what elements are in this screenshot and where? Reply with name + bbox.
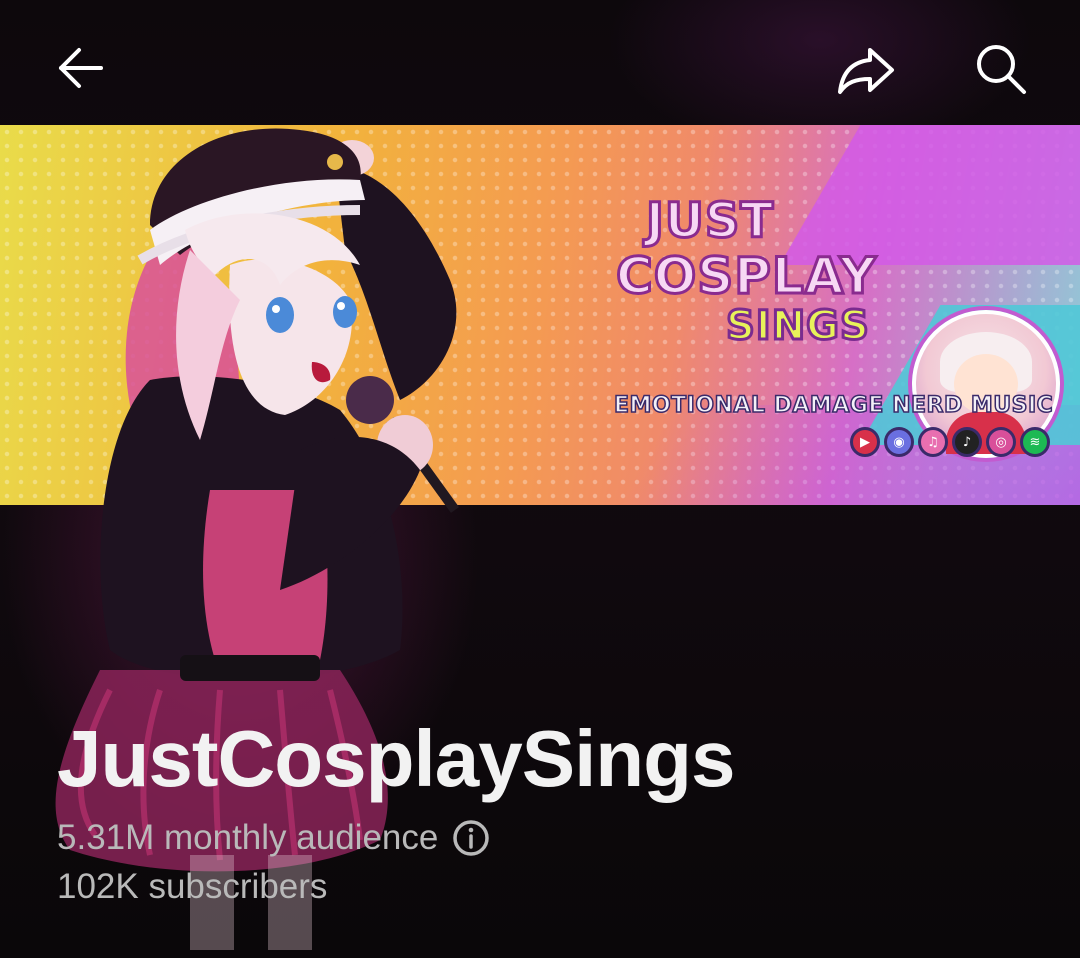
instagram-icon: ◎	[986, 427, 1016, 457]
channel-info: JustCosplaySings 5.31M monthly audience …	[57, 715, 1037, 907]
channel-banner: JUST COSPLAY SINGS EMOTIONAL DAMAGE NERD…	[0, 125, 1080, 505]
monthly-audience: 5.31M monthly audience	[57, 818, 439, 857]
top-app-bar	[0, 0, 1080, 125]
logo-line-2: COSPLAY	[615, 246, 878, 307]
logo-line-3: SINGS	[725, 302, 871, 351]
search-icon	[977, 45, 1026, 94]
subscriber-count: 102K subscribers	[57, 867, 328, 906]
logo-line-1: JUST	[644, 192, 775, 251]
audience-row: 5.31M monthly audience	[57, 813, 1037, 863]
share-button[interactable]	[834, 38, 898, 102]
share-arrow-icon	[838, 48, 894, 94]
tiktok-icon: ♪	[952, 427, 982, 457]
banner-tagline: EMOTIONAL DAMAGE NERD MUSIC	[613, 392, 1054, 419]
banner-social-icons: ▶ ◉ ♫ ♪ ◎ ≋	[850, 427, 1050, 457]
music-icon: ♫	[918, 427, 948, 457]
audience-info-button[interactable]	[452, 819, 490, 857]
youtube-icon: ▶	[850, 427, 880, 457]
spotify-icon: ≋	[1020, 427, 1050, 457]
search-button[interactable]	[968, 36, 1032, 100]
arrow-left-icon	[59, 48, 103, 88]
channel-page: JUST COSPLAY SINGS EMOTIONAL DAMAGE NERD…	[0, 0, 1080, 958]
discord-icon: ◉	[884, 427, 914, 457]
channel-name: JustCosplaySings	[57, 714, 736, 803]
info-icon	[453, 820, 490, 856]
back-button[interactable]	[48, 36, 112, 100]
